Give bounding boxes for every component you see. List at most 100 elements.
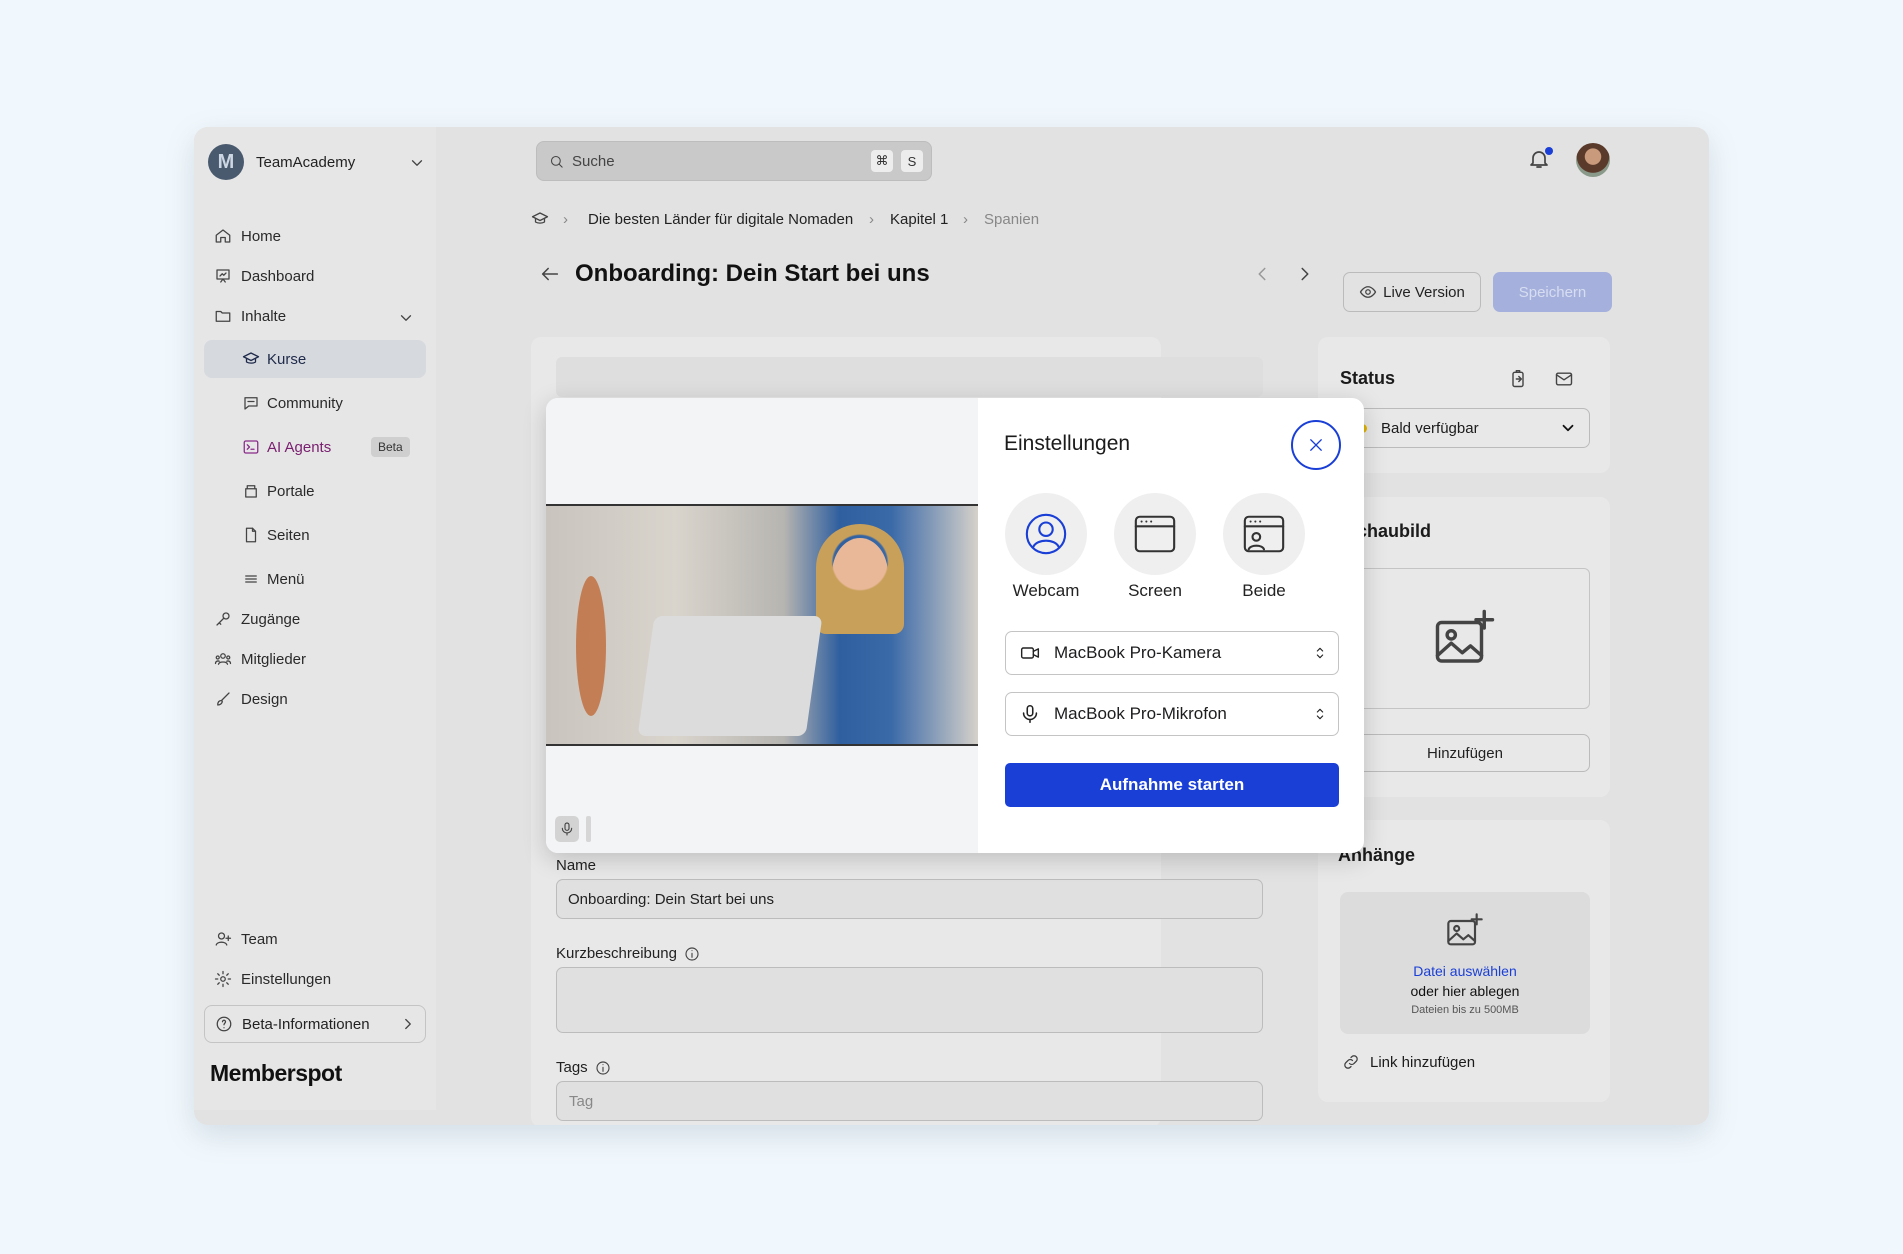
audio-level-meter bbox=[586, 816, 591, 842]
sidebar-item-label: Menü bbox=[267, 570, 305, 588]
name-field[interactable]: Onboarding: Dein Start bei uns bbox=[556, 879, 1263, 919]
sidebar-item-community[interactable]: Community bbox=[204, 384, 426, 422]
memberspot-logo: Memberspot bbox=[210, 1060, 342, 1086]
camera-value: MacBook Pro-Kamera bbox=[1054, 643, 1222, 662]
key-icon bbox=[214, 610, 232, 628]
save-button[interactable]: Speichern bbox=[1493, 272, 1612, 312]
dashboard-icon bbox=[214, 267, 232, 285]
search-icon bbox=[549, 154, 564, 169]
close-button[interactable] bbox=[1291, 420, 1341, 470]
search-bar[interactable]: Suche ⌘ S bbox=[536, 141, 932, 181]
copy-icon[interactable] bbox=[1508, 369, 1528, 389]
drop-hint: oder hier ablegen bbox=[1410, 983, 1520, 999]
sidebar-item-menu[interactable]: Menü bbox=[204, 560, 426, 598]
add-link-button[interactable]: Link hinzufügen bbox=[1342, 1053, 1475, 1071]
tags-input[interactable]: Tag bbox=[556, 1081, 1263, 1121]
page-icon bbox=[242, 526, 260, 544]
sidebar-item-label: Portale bbox=[267, 482, 315, 500]
status-title: Status bbox=[1340, 368, 1396, 388]
shortcut-key: ⌘ bbox=[871, 150, 893, 172]
live-version-button[interactable]: Live Version bbox=[1343, 272, 1481, 312]
sidebar-item-mitglieder[interactable]: Mitglieder bbox=[214, 650, 306, 668]
mic-toggle[interactable] bbox=[555, 816, 579, 842]
chevron-up-down-icon bbox=[1312, 645, 1328, 661]
description-textarea[interactable] bbox=[556, 967, 1263, 1033]
workspace-avatar: M bbox=[208, 144, 244, 180]
breadcrumb-separator: › bbox=[563, 211, 568, 228]
sidebar-item-seiten[interactable]: Seiten bbox=[204, 516, 426, 554]
beta-badge: Beta bbox=[371, 437, 410, 457]
search-placeholder: Suche bbox=[572, 152, 615, 170]
home-icon bbox=[214, 227, 232, 245]
microphone-icon bbox=[1018, 703, 1042, 725]
chevron-right-icon[interactable] bbox=[1294, 263, 1316, 285]
graduation-cap-icon[interactable] bbox=[531, 210, 549, 228]
source-label: Screen bbox=[1128, 581, 1182, 600]
sidebar-item-label: Community bbox=[267, 394, 343, 412]
workspace-name: TeamAcademy bbox=[256, 153, 356, 171]
sidebar-item-label: Design bbox=[241, 690, 288, 708]
notification-dot bbox=[1545, 147, 1553, 155]
camera-select[interactable]: MacBook Pro-Kamera bbox=[1005, 631, 1339, 675]
preview-dropzone[interactable] bbox=[1340, 568, 1590, 709]
start-recording-button[interactable]: Aufnahme starten bbox=[1005, 763, 1339, 807]
source-both[interactable] bbox=[1223, 493, 1305, 575]
sidebar-item-label: Kurse bbox=[267, 350, 307, 368]
screen-source-button[interactable] bbox=[1114, 493, 1196, 575]
beta-info-button[interactable]: Beta-Informationen bbox=[204, 1005, 426, 1043]
source-screen[interactable] bbox=[1114, 493, 1196, 575]
person-hair bbox=[816, 524, 904, 634]
modal-title: Einstellungen bbox=[1004, 432, 1131, 455]
terminal-icon bbox=[242, 438, 260, 456]
sidebar-item-einstellungen[interactable]: Einstellungen bbox=[214, 970, 331, 988]
user-avatar[interactable] bbox=[1576, 143, 1610, 177]
sidebar-item-team[interactable]: Team bbox=[214, 930, 278, 948]
sidebar-item-zugaenge[interactable]: Zugänge bbox=[214, 610, 300, 628]
status-select[interactable]: Bald verfügbar bbox=[1340, 408, 1590, 448]
sidebar-item-ai-agents[interactable]: AI Agents Beta bbox=[204, 428, 426, 466]
sidebar-item-label: Seiten bbox=[267, 526, 310, 544]
breadcrumb-separator: › bbox=[869, 211, 874, 228]
sidebar-item-kurse[interactable]: Kurse bbox=[204, 340, 426, 378]
screen-icon bbox=[1134, 515, 1176, 553]
info-icon[interactable] bbox=[595, 1060, 611, 1076]
sidebar-item-portale[interactable]: Portale bbox=[204, 472, 426, 510]
microphone-select[interactable]: MacBook Pro-Mikrofon bbox=[1005, 692, 1339, 736]
user-plus-icon bbox=[214, 930, 232, 948]
video-camera-icon bbox=[1018, 643, 1042, 663]
sidebar-item-design[interactable]: Design bbox=[214, 690, 288, 708]
source-webcam[interactable] bbox=[1005, 493, 1087, 575]
breadcrumb-course[interactable]: Die besten Länder für digitale Nomaden bbox=[588, 211, 853, 228]
media-upload-area[interactable] bbox=[556, 357, 1263, 397]
tags-label-row: Tags bbox=[556, 1059, 611, 1076]
microphone-icon bbox=[559, 821, 575, 837]
info-icon[interactable] bbox=[684, 946, 700, 962]
members-icon bbox=[214, 650, 232, 668]
add-link-label: Link hinzufügen bbox=[1370, 1053, 1476, 1071]
status-value: Bald verfügbar bbox=[1381, 419, 1479, 437]
chevron-up-down-icon bbox=[1312, 706, 1328, 722]
sidebar-item-inhalte[interactable]: Inhalte bbox=[214, 307, 286, 325]
chevron-left-icon[interactable] bbox=[1251, 263, 1273, 285]
chevron-down-icon[interactable] bbox=[408, 154, 426, 172]
add-preview-button[interactable]: Hinzufügen bbox=[1340, 734, 1590, 772]
close-icon bbox=[1307, 436, 1325, 454]
breadcrumb-current: Spanien bbox=[984, 211, 1040, 228]
breadcrumb-chapter[interactable]: Kapitel 1 bbox=[890, 211, 948, 228]
sidebar-item-label: Einstellungen bbox=[241, 970, 332, 988]
brush-icon bbox=[214, 690, 232, 708]
sidebar-item-label: Inhalte bbox=[241, 307, 287, 325]
back-arrow-icon[interactable] bbox=[539, 263, 561, 285]
workspace-switcher[interactable]: M TeamAcademy bbox=[208, 144, 355, 180]
webcam-source-button[interactable] bbox=[1005, 493, 1087, 575]
portal-icon bbox=[242, 482, 260, 500]
microphone-value: MacBook Pro-Mikrofon bbox=[1054, 704, 1227, 723]
sidebar-item-dashboard[interactable]: Dashboard bbox=[214, 267, 314, 285]
mail-icon[interactable] bbox=[1554, 369, 1574, 389]
sidebar-item-home[interactable]: Home bbox=[214, 227, 281, 245]
both-source-button[interactable] bbox=[1223, 493, 1305, 575]
tags-label: Tags bbox=[556, 1059, 588, 1076]
chevron-down-icon[interactable] bbox=[397, 309, 415, 327]
choose-file-link[interactable]: Datei auswählen bbox=[1340, 963, 1590, 979]
graduation-cap-icon bbox=[242, 350, 260, 368]
